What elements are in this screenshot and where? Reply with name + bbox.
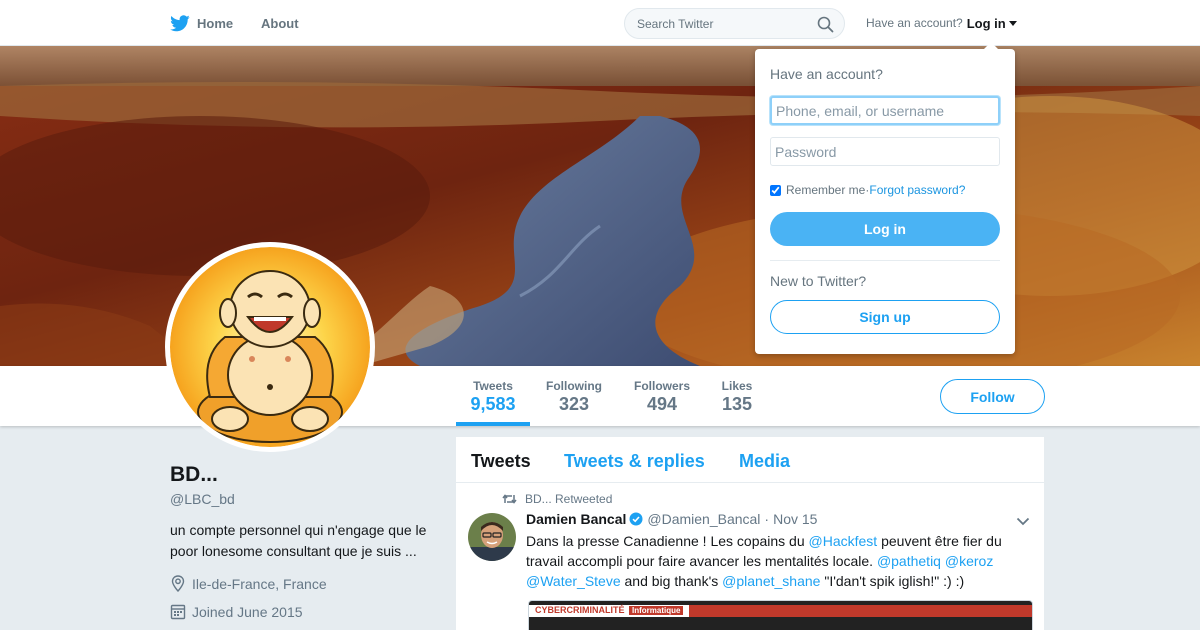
tweet-text-part: "I'dan't spik iglish!" :) :) — [820, 573, 965, 589]
profile-location: Ile-de-France, France — [170, 575, 327, 592]
mention-link[interactable]: @Water_Steve — [526, 573, 621, 589]
remember-me-checkbox[interactable] — [770, 184, 781, 196]
laughing-buddha-image — [170, 247, 370, 447]
nav-home-link[interactable]: Home — [170, 0, 233, 46]
stat-tweets-value: 9,583 — [470, 394, 516, 414]
tweet-author-handle[interactable]: @Damien_Bancal — [647, 511, 760, 527]
tweet-author-name[interactable]: Damien Bancal — [526, 511, 626, 527]
tweet-separator: · — [764, 511, 770, 527]
tweet-author-avatar[interactable] — [468, 513, 516, 561]
search-input[interactable] — [626, 10, 811, 37]
follow-button[interactable]: Follow — [940, 379, 1045, 414]
account-area: Have an account? Log in — [866, 0, 1017, 46]
stat-followers-value: 494 — [646, 394, 678, 414]
have-account-text: Have an account? — [866, 16, 963, 30]
nav-about-label: About — [261, 15, 299, 31]
retweet-icon — [502, 494, 517, 504]
retweet-context: BD... Retweeted — [502, 492, 612, 506]
timeline: Tweets Tweets & replies Media BD... Retw… — [456, 437, 1044, 630]
tweet-timestamp[interactable]: Nov 15 — [773, 511, 817, 527]
stat-likes-value: 135 — [721, 394, 753, 414]
tweet-media-image[interactable]: CYBERCRIMINALITÉ Informatique — [528, 600, 1033, 630]
bio-line: poor lonesome consultant que je suis ... — [170, 543, 417, 559]
tab-tweets[interactable]: Tweets — [471, 451, 531, 472]
tab-media[interactable]: Media — [739, 451, 790, 472]
top-navigation: Home About Have an account? Log in — [0, 0, 1200, 46]
profile-bio: un compte personnel qui n'engage que le … — [170, 520, 440, 562]
twitter-bird-icon — [170, 14, 190, 31]
remember-me-label[interactable]: Remember me — [786, 183, 865, 197]
mention-link[interactable]: @planet_shane — [722, 573, 820, 589]
profile-joined: Joined June 2015 — [170, 603, 303, 620]
stat-following-label: Following — [546, 379, 602, 393]
verified-badge-icon — [629, 512, 643, 526]
username-field[interactable] — [770, 96, 1000, 125]
tweet-header: Damien Bancal @Damien_Bancal · Nov 15 — [526, 511, 817, 527]
login-menu-toggle[interactable]: Log in — [967, 16, 1017, 31]
login-dropdown: Have an account? Remember me · Forgot pa… — [755, 42, 1015, 354]
profile-handle[interactable]: @LBC_bd — [170, 491, 235, 507]
stat-likes[interactable]: Likes 135 — [716, 366, 758, 426]
location-text: Ile-de-France, France — [192, 575, 327, 592]
media-caption: CYBERCRIMINALITÉ — [535, 605, 625, 615]
login-label: Log in — [966, 15, 1006, 31]
nav-home-label: Home — [197, 15, 234, 31]
calendar-icon — [170, 604, 186, 620]
stat-following[interactable]: Following 323 — [540, 366, 608, 426]
mention-link[interactable]: @keroz — [945, 553, 993, 569]
location-pin-icon — [171, 575, 185, 592]
dropdown-title: Have an account? — [770, 66, 883, 82]
password-field[interactable] — [770, 137, 1000, 166]
stat-followers[interactable]: Followers 494 — [628, 366, 696, 426]
search-icon[interactable] — [817, 16, 834, 33]
bio-line: un compte personnel qui n'engage que le — [170, 522, 427, 538]
profile-avatar[interactable] — [165, 242, 375, 452]
remember-row: Remember me · Forgot password? — [770, 183, 965, 197]
search-box — [624, 8, 845, 39]
tweet[interactable]: BD... Retweeted Damien Bancal @Damien_Ba… — [456, 484, 1044, 630]
tab-tweets-replies[interactable]: Tweets & replies — [564, 451, 705, 472]
media-caption: Informatique — [629, 606, 684, 615]
mention-link[interactable]: @Hackfest — [809, 533, 878, 549]
stat-following-value: 323 — [558, 394, 590, 414]
tweet-text-part: and big thank's — [620, 573, 723, 589]
stat-tweets[interactable]: Tweets 9,583 — [456, 366, 530, 426]
nav-about-link[interactable]: About — [261, 0, 299, 46]
retweeted-by-text[interactable]: BD... Retweeted — [525, 492, 612, 506]
profile-name[interactable]: BD... — [170, 463, 218, 487]
stat-likes-label: Likes — [721, 379, 753, 393]
stat-followers-label: Followers — [633, 379, 690, 393]
chevron-down-icon[interactable] — [1016, 517, 1030, 526]
joined-text: Joined June 2015 — [192, 603, 303, 620]
dropdown-arrow — [983, 42, 999, 50]
tweet-text: Dans la presse Canadienne ! Les copains … — [526, 531, 1031, 591]
author-photo — [468, 513, 516, 561]
stat-tweets-label: Tweets — [473, 379, 513, 393]
caret-down-icon — [1008, 20, 1017, 26]
new-to-twitter-text: New to Twitter? — [770, 273, 867, 289]
timeline-tabs: Tweets Tweets & replies Media — [456, 437, 1044, 483]
forgot-password-link[interactable]: Forgot password? — [869, 183, 965, 197]
signup-button[interactable]: Sign up — [770, 300, 1000, 334]
divider — [770, 260, 1000, 261]
mention-link[interactable]: @pathetiq — [877, 553, 941, 569]
tweet-text-part: Dans la presse Canadienne ! Les copains … — [526, 533, 809, 549]
login-button[interactable]: Log in — [770, 212, 1000, 246]
